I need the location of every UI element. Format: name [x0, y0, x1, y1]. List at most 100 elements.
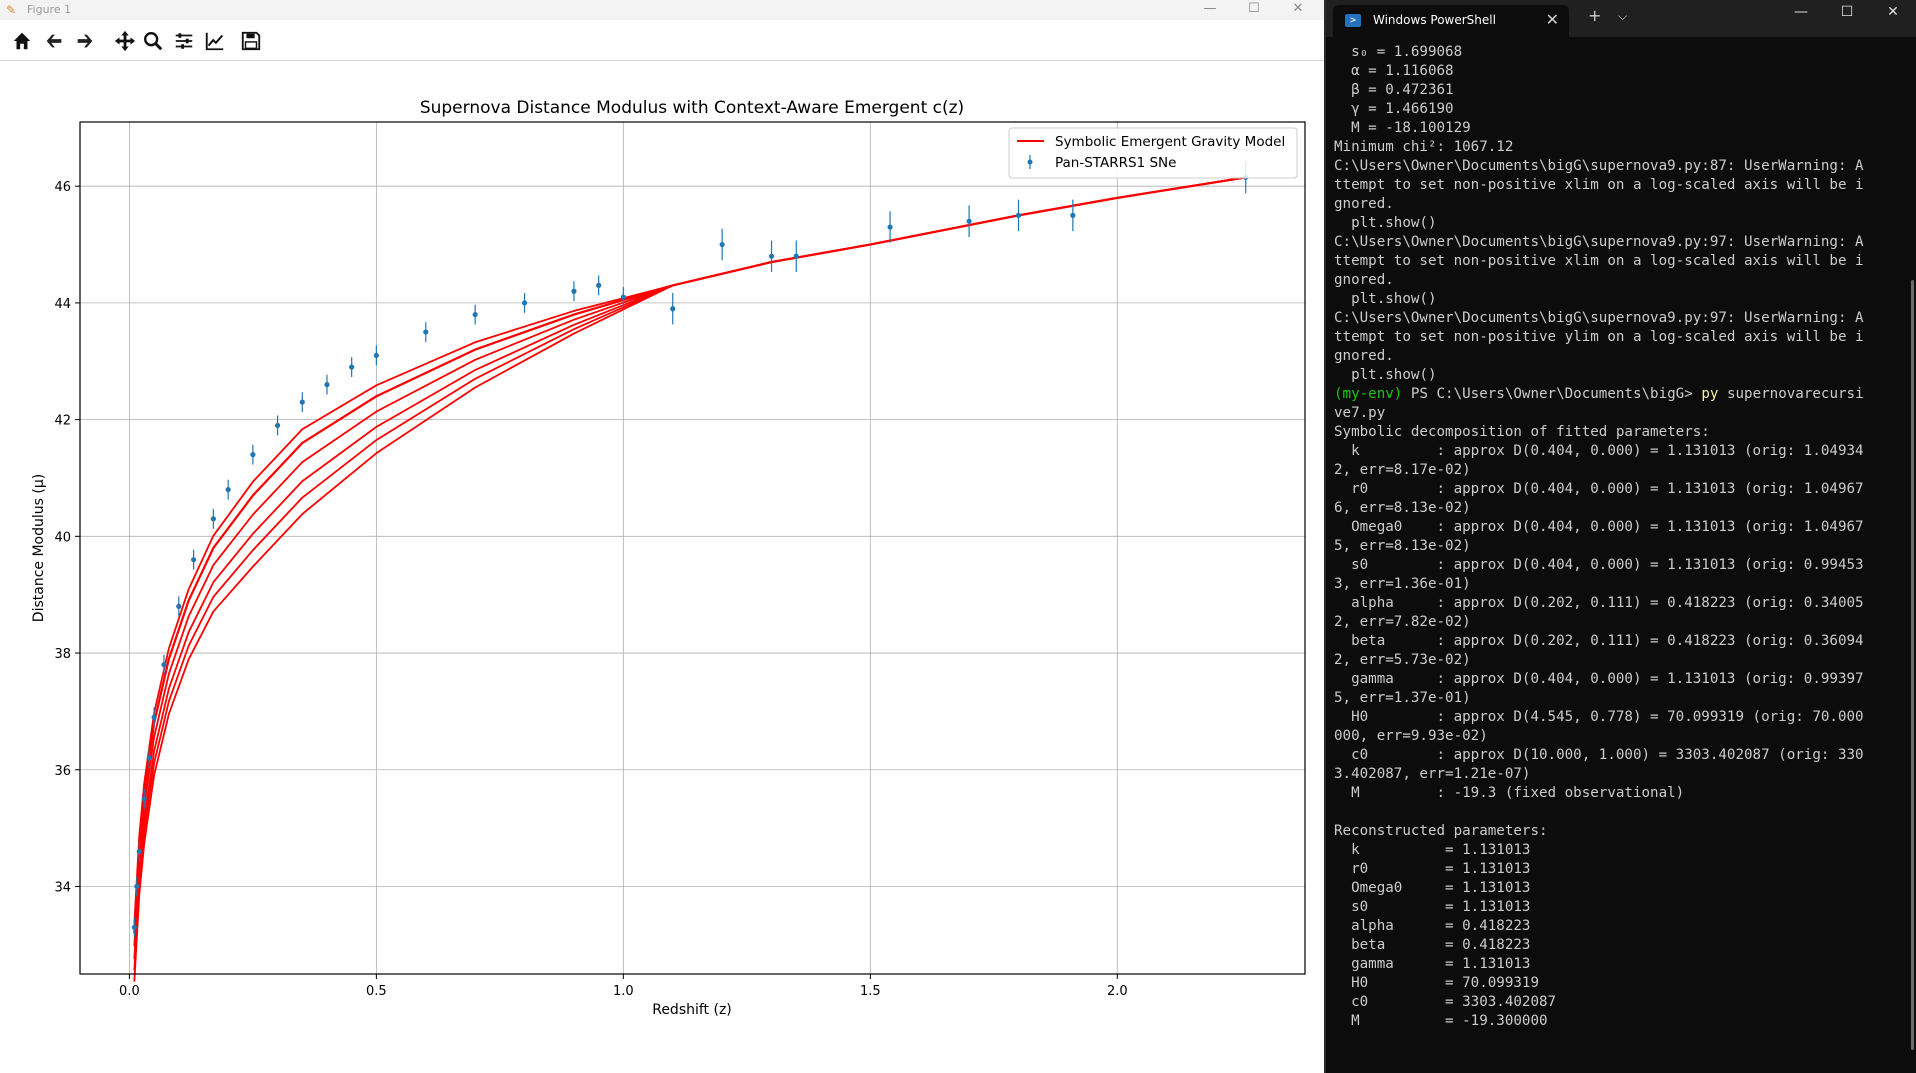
output-line: 3, err=1.36e-01) — [1334, 576, 1471, 592]
output-line: plt.show() — [1334, 367, 1437, 383]
data-point — [225, 487, 231, 493]
data-point — [136, 848, 142, 855]
data-point — [176, 603, 182, 609]
output-line: M = -18.100129 — [1334, 120, 1471, 136]
data-point — [472, 311, 478, 318]
figure-window: ✎ Figure 1 — ☐ ✕ 0.0 0.5 1.0 1.5 2.0 34 … — [0, 0, 1324, 1073]
y-tick-label: 38 — [54, 647, 71, 662]
data-point — [191, 557, 197, 563]
legend-data-marker — [1027, 159, 1033, 165]
data-point — [146, 755, 152, 761]
output-line: 2, err=5.73e-02) — [1334, 652, 1471, 668]
prompt-args: supernovarecursi — [1718, 386, 1864, 402]
legend: Symbolic Emergent Gravity Model Pan-STAR… — [1008, 127, 1298, 179]
edit-axis-button[interactable] — [202, 28, 228, 54]
output-line: Symbolic decomposition of fitted paramet… — [1334, 424, 1710, 440]
zoom-icon — [144, 32, 163, 51]
data-point — [423, 329, 429, 335]
x-tick-label: 0.5 — [366, 984, 387, 999]
chart-title: Supernova Distance Modulus with Context-… — [420, 98, 964, 118]
output-line: 2, err=8.17e-02) — [1334, 462, 1471, 478]
figure-canvas[interactable]: 0.0 0.5 1.0 1.5 2.0 34 36 38 40 42 44 46 Supernova… — [0, 62, 1324, 1062]
data-point — [210, 516, 216, 522]
output-line: α = 1.116068 — [1334, 63, 1454, 79]
output-line: s0 : approx D(0.404, 0.000) = 1.131013 (… — [1334, 557, 1864, 573]
edit-axis-icon — [205, 32, 224, 51]
output-line: beta = 0.418223 — [1334, 937, 1531, 953]
data-point — [134, 883, 140, 890]
output-line: r0 : approx D(0.404, 0.000) = 1.131013 (… — [1334, 481, 1864, 497]
output-line: s0 = 1.131013 — [1334, 899, 1531, 915]
output-line: C:\Users\Owner\Documents\bigG\supernova9… — [1334, 310, 1864, 326]
terminal-close-button[interactable]: ✕ — [1870, 4, 1916, 20]
data-point — [571, 288, 577, 294]
output-line: k = 1.131013 — [1334, 842, 1531, 858]
close-button[interactable]: ✕ — [1276, 0, 1320, 20]
output-line: k : approx D(0.404, 0.000) = 1.131013 (o… — [1334, 443, 1864, 459]
tab-close-icon[interactable]: ✕ — [1546, 10, 1559, 29]
output-line: H0 = 70.099319 — [1334, 975, 1539, 991]
terminal-tabbar: > Windows PowerShell ✕ + ⌵ — ☐ ✕ — [1326, 0, 1916, 37]
x-tick-label: 1.5 — [860, 984, 881, 999]
output-line: c0 : approx D(10.000, 1.000) = 3303.4020… — [1334, 747, 1864, 763]
maximize-button[interactable]: ☐ — [1232, 0, 1276, 20]
data-point — [887, 224, 893, 230]
data-point — [1070, 212, 1076, 218]
powershell-icon: > — [1345, 14, 1361, 27]
output-line: M : -19.3 (fixed observational) — [1334, 785, 1685, 801]
navigation-toolbar — [0, 25, 1324, 61]
output-line: Reconstructed parameters: — [1334, 823, 1548, 839]
tab-windows-powershell[interactable]: > Windows PowerShell ✕ — [1333, 5, 1569, 37]
legend-model-label: Symbolic Emergent Gravity Model — [1055, 134, 1285, 150]
save-icon — [241, 31, 261, 51]
matplotlib-app-icon: ✎ — [6, 3, 17, 17]
prompt-path: PS C:\Users\Owner\Documents\bigG> — [1402, 386, 1702, 402]
output-line: C:\Users\Owner\Documents\bigG\supernova9… — [1334, 234, 1864, 250]
minimize-button[interactable]: — — [1188, 0, 1232, 20]
terminal-window: > Windows PowerShell ✕ + ⌵ — ☐ ✕ s₀ = 1.… — [1324, 0, 1916, 1073]
save-figure-button[interactable] — [238, 28, 264, 54]
output-line: 2, err=7.82e-02) — [1334, 614, 1471, 630]
output-line: C:\Users\Owner\Documents\bigG\supernova9… — [1334, 158, 1864, 174]
y-tick-label: 44 — [54, 297, 71, 312]
forward-button[interactable] — [72, 28, 98, 54]
terminal-output[interactable]: s₀ = 1.699068 α = 1.116068 β = 0.472361 … — [1334, 43, 1914, 1031]
output-line: beta : approx D(0.202, 0.111) = 0.418223… — [1334, 633, 1864, 649]
y-axis-label: Distance Modulus (μ) — [31, 474, 47, 622]
output-line: H0 : approx D(4.545, 0.778) = 70.099319 … — [1334, 709, 1864, 725]
pan-button[interactable] — [112, 28, 138, 54]
x-tick-label: 0.0 — [119, 984, 140, 999]
output-line: c0 = 3303.402087 — [1334, 994, 1557, 1010]
forward-icon — [77, 34, 93, 48]
x-tick-label: 2.0 — [1107, 984, 1128, 999]
figure-titlebar: ✎ Figure 1 — ☐ ✕ — [0, 0, 1324, 20]
figure-title: Figure 1 — [27, 3, 72, 16]
terminal-scrollbar[interactable] — [1911, 280, 1914, 1050]
terminal-maximize-button[interactable]: ☐ — [1824, 4, 1870, 20]
data-point — [299, 399, 305, 405]
output-line: Omega0 : approx D(0.404, 0.000) = 1.1310… — [1334, 519, 1864, 535]
y-tick-label: 46 — [54, 180, 71, 195]
data-point — [141, 796, 147, 802]
data-point — [250, 452, 256, 458]
home-button[interactable] — [9, 28, 35, 54]
output-line: alpha = 0.418223 — [1334, 918, 1531, 934]
output-line: ttempt to set non-positive ylim on a log… — [1334, 329, 1864, 345]
y-tick-label: 36 — [54, 764, 71, 779]
back-button[interactable] — [41, 28, 67, 54]
new-tab-icon[interactable]: + — [1588, 6, 1601, 25]
zoom-button[interactable] — [140, 28, 166, 54]
data-point — [373, 352, 379, 359]
data-point — [966, 218, 972, 224]
y-tick-label: 34 — [54, 880, 71, 895]
tab-dropdown-icon[interactable]: ⌵ — [1618, 9, 1627, 24]
output-line: gnored. — [1334, 196, 1394, 212]
data-point — [670, 306, 676, 312]
data-point — [521, 300, 528, 306]
output-line: Omega0 = 1.131013 — [1334, 880, 1531, 896]
output-line: 000, err=9.93e-02) — [1334, 728, 1488, 744]
back-icon — [46, 34, 62, 48]
terminal-minimize-button[interactable]: — — [1778, 4, 1824, 20]
configure-subplots-button[interactable] — [171, 28, 197, 54]
figure-background — [0, 62, 1324, 1062]
